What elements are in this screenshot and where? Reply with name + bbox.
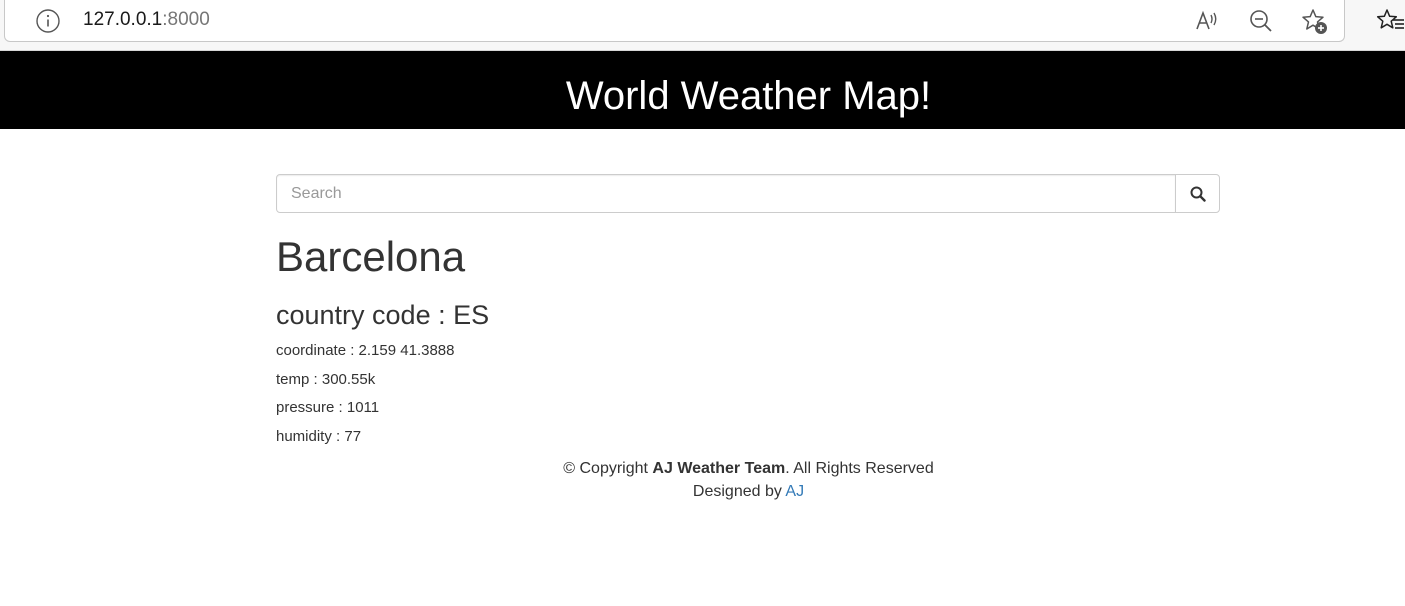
search-input[interactable]	[276, 174, 1176, 213]
add-favorite-icon[interactable]	[1301, 8, 1327, 34]
team-name: AJ Weather Team	[652, 460, 786, 477]
city-name: Barcelona	[276, 233, 466, 280]
zoom-out-icon[interactable]	[1248, 8, 1274, 34]
search-button[interactable]	[1175, 174, 1220, 213]
footer: © Copyright AJ Weather Team. All Rights …	[0, 457, 1405, 503]
country-code: country code : ES	[276, 300, 490, 330]
designed-by-label: Designed by	[692, 483, 786, 500]
favorites-icon[interactable]	[1376, 8, 1404, 34]
designer-link[interactable]: AJ	[785, 483, 804, 500]
search-group	[276, 174, 1220, 213]
copyright-prefix: © Copyright	[563, 460, 653, 477]
humidity-text: humidity : 77	[276, 428, 362, 445]
url-host: 127.0.0.1	[83, 9, 163, 30]
designed-by-line: Designed by AJ	[0, 480, 1405, 503]
site-header: World Weather Map!	[0, 51, 1405, 129]
info-icon[interactable]	[36, 9, 60, 33]
coordinate-text: coordinate : 2.159 41.3888	[276, 342, 455, 359]
url-port: :8000	[162, 9, 210, 30]
read-aloud-icon[interactable]	[1194, 8, 1220, 34]
address-bar[interactable]: 127.0.0.1:8000	[4, 0, 1345, 42]
pressure-text: pressure : 1011	[276, 399, 380, 416]
page-title: World Weather Map!	[565, 74, 932, 118]
browser-toolbar: 127.0.0.1:8000	[0, 0, 1405, 51]
temperature-text: temp : 300.55k	[276, 371, 376, 388]
search-icon	[1176, 186, 1219, 202]
copyright-suffix: . All Rights Reserved	[785, 460, 934, 477]
copyright-line: © Copyright AJ Weather Team. All Rights …	[0, 457, 1405, 480]
url-text[interactable]: 127.0.0.1:8000	[83, 9, 210, 31]
